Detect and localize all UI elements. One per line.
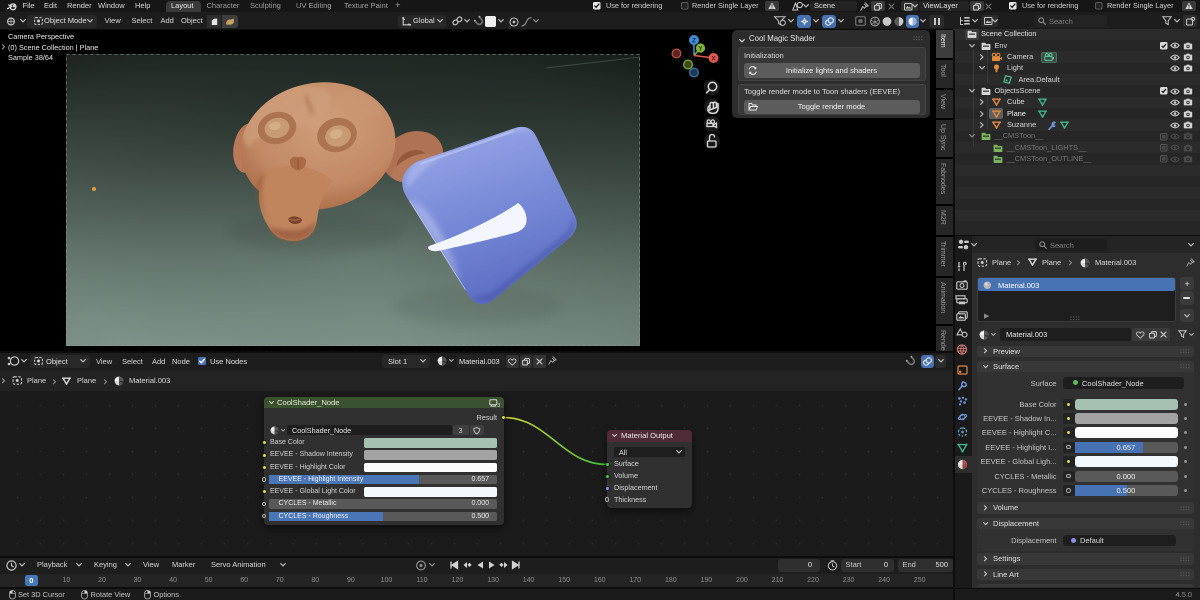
svg-text:Z: Z xyxy=(692,37,696,44)
svg-text:X: X xyxy=(711,55,716,62)
svg-text:3: 3 xyxy=(497,402,500,408)
